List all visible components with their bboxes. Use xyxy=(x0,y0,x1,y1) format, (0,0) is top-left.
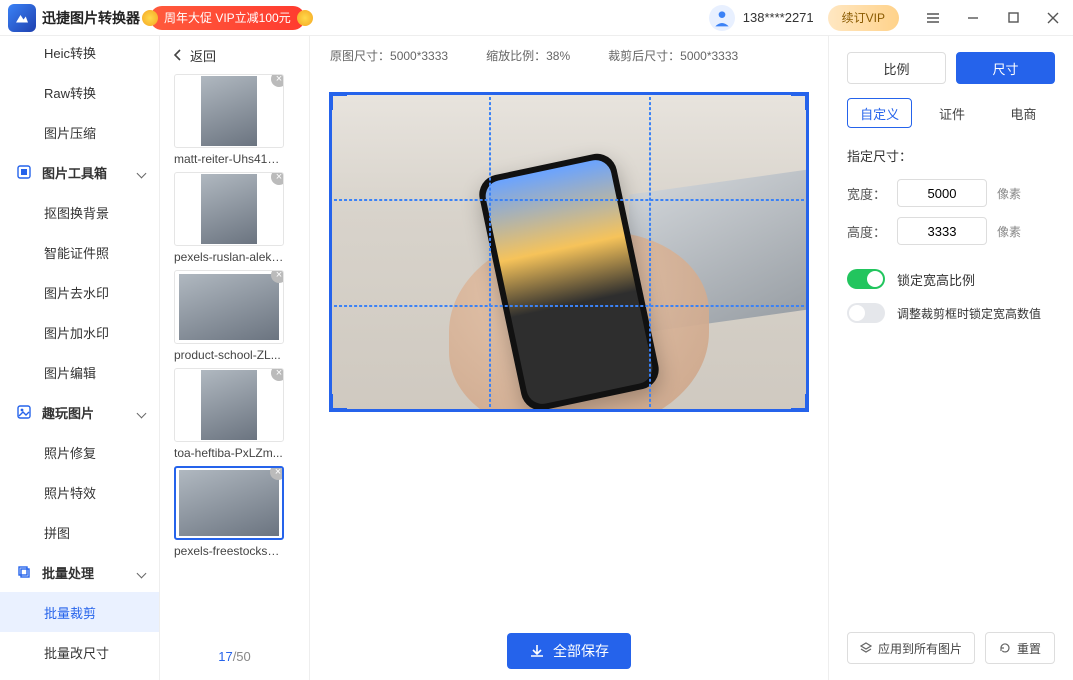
lock-ratio-toggle[interactable] xyxy=(847,269,885,289)
batch-icon xyxy=(16,564,32,580)
close-icon[interactable] xyxy=(1033,0,1073,36)
sidebar-item[interactable]: 批量旋转 xyxy=(0,672,159,680)
thumbnail-item[interactable]: × pexels-ruslan-aleks... xyxy=(174,172,295,264)
promo-banner[interactable]: 周年大促 VIP立减100元 xyxy=(150,6,305,30)
thumbnail-caption: matt-reiter-Uhs410... xyxy=(174,152,284,166)
thumbnail-item[interactable]: × matt-reiter-Uhs410... xyxy=(174,74,295,166)
back-label: 返回 xyxy=(190,46,216,65)
thumbnail-remove-icon[interactable]: × xyxy=(270,466,284,480)
chevron-down-icon xyxy=(138,405,145,420)
thumbnail-remove-icon[interactable]: × xyxy=(271,74,284,87)
sidebar-item[interactable]: Raw转换 xyxy=(0,72,159,112)
counter-current: 17 xyxy=(218,649,232,664)
toolbox-icon xyxy=(16,164,32,180)
tab-ratio[interactable]: 比例 xyxy=(847,52,946,84)
width-unit: 像素 xyxy=(997,185,1021,202)
height-label: 高度： xyxy=(847,222,887,241)
thumbnail-caption: toa-heftiba-PxLZm... xyxy=(174,446,284,460)
crop-handle-br[interactable] xyxy=(791,394,809,412)
sidebar-section-batch[interactable]: 批量处理 xyxy=(0,552,159,592)
chevron-down-icon xyxy=(138,165,145,180)
counter-total: /50 xyxy=(233,649,251,664)
sidebar-item-batch-crop[interactable]: 批量裁剪 xyxy=(0,592,159,632)
thumbnail-remove-icon[interactable]: × xyxy=(271,172,284,185)
sidebar-section-label: 趣玩图片 xyxy=(42,403,94,422)
crop-handle-bl[interactable] xyxy=(329,394,347,412)
height-unit: 像素 xyxy=(997,223,1021,240)
right-panel: 比例 尺寸 自定义 证件 电商 指定尺寸： 宽度： 像素 高度： 像素 锁定宽高… xyxy=(828,36,1073,680)
sidebar-item[interactable]: 图片压缩 xyxy=(0,112,159,152)
original-size: 原图尺寸：5000*3333 xyxy=(330,47,448,64)
save-all-label: 全部保存 xyxy=(553,641,609,661)
sidebar-section-fun[interactable]: 趣玩图片 xyxy=(0,392,159,432)
thumbnail-counter: 17/50 xyxy=(160,639,309,680)
width-label: 宽度： xyxy=(847,184,887,203)
sidebar: Heic转换 Raw转换 图片压缩 图片工具箱 抠图换背景 智能证件照 图片去水… xyxy=(0,36,160,680)
sidebar-item[interactable]: 图片去水印 xyxy=(0,272,159,312)
renew-vip-button[interactable]: 续订VIP xyxy=(828,5,899,31)
subtab-custom[interactable]: 自定义 xyxy=(847,98,912,128)
thumbnail-item[interactable]: × product-school-ZL... xyxy=(174,270,295,362)
chevron-down-icon xyxy=(138,565,145,580)
tab-size[interactable]: 尺寸 xyxy=(956,52,1055,84)
width-input[interactable] xyxy=(897,179,987,207)
thumbnail-remove-icon[interactable]: × xyxy=(271,368,284,381)
lock-crop-label: 调整裁剪框时锁定宽高数值 xyxy=(897,305,1041,322)
height-input[interactable] xyxy=(897,217,987,245)
back-button[interactable]: 返回 xyxy=(160,36,309,74)
sidebar-section-toolbox[interactable]: 图片工具箱 xyxy=(0,152,159,192)
sidebar-item[interactable]: 图片加水印 xyxy=(0,312,159,352)
lock-crop-toggle[interactable] xyxy=(847,303,885,323)
app-logo xyxy=(8,4,36,32)
reset-button[interactable]: 重置 xyxy=(985,632,1055,664)
app-title: 迅捷图片转换器 xyxy=(42,8,140,28)
sidebar-item[interactable]: 照片修复 xyxy=(0,432,159,472)
thumbnail-column: 返回 × matt-reiter-Uhs410... × pexels-ruslan-… xyxy=(160,36,310,680)
thumbnail-remove-icon[interactable]: × xyxy=(271,270,284,283)
menu-icon[interactable] xyxy=(913,0,953,36)
thumbnail-caption: pexels-ruslan-aleks... xyxy=(174,250,284,264)
save-all-button[interactable]: 全部保存 xyxy=(507,633,631,669)
sidebar-item[interactable]: 拼图 xyxy=(0,512,159,552)
avatar[interactable] xyxy=(709,5,735,31)
center-area: 原图尺寸：5000*3333 缩放比例：38% 裁剪后尺寸：5000*3333 xyxy=(310,36,828,680)
sidebar-item[interactable]: 抠图换背景 xyxy=(0,192,159,232)
minimize-icon[interactable] xyxy=(953,0,993,36)
sidebar-item[interactable]: 照片特效 xyxy=(0,472,159,512)
crop-handle-tr[interactable] xyxy=(791,92,809,110)
sidebar-item[interactable]: 批量改尺寸 xyxy=(0,632,159,672)
user-phone: 138****2271 xyxy=(743,10,814,25)
apply-all-button[interactable]: 应用到所有图片 xyxy=(847,632,975,664)
thumbnail-caption: product-school-ZL... xyxy=(174,348,284,362)
crop-handle-tl[interactable] xyxy=(329,92,347,110)
reset-label: 重置 xyxy=(1017,640,1041,657)
sidebar-item[interactable]: Heic转换 xyxy=(0,36,159,72)
sidebar-section-label: 批量处理 xyxy=(42,563,94,582)
apply-all-label: 应用到所有图片 xyxy=(878,640,962,657)
sidebar-section-label: 图片工具箱 xyxy=(42,163,107,182)
crop-frame[interactable] xyxy=(329,92,809,412)
lock-ratio-label: 锁定宽高比例 xyxy=(897,270,975,289)
subtab-id[interactable]: 证件 xyxy=(920,98,983,128)
sidebar-item[interactable]: 智能证件照 xyxy=(0,232,159,272)
spec-size-title: 指定尺寸： xyxy=(847,146,1055,165)
cropped-size: 裁剪后尺寸：5000*3333 xyxy=(608,47,738,64)
thumbnail-item[interactable]: × toa-heftiba-PxLZm... xyxy=(174,368,295,460)
zoom-ratio: 缩放比例：38% xyxy=(486,47,570,64)
meta-row: 原图尺寸：5000*3333 缩放比例：38% 裁剪后尺寸：5000*3333 xyxy=(310,36,828,74)
sidebar-item[interactable]: 图片编辑 xyxy=(0,352,159,392)
maximize-icon[interactable] xyxy=(993,0,1033,36)
titlebar: 迅捷图片转换器 周年大促 VIP立减100元 138****2271 续订VIP xyxy=(0,0,1073,36)
subtab-ecom[interactable]: 电商 xyxy=(992,98,1055,128)
thumbnail-item[interactable]: × pexels-freestocksor... xyxy=(174,466,295,558)
crop-canvas[interactable] xyxy=(329,92,809,412)
fun-icon xyxy=(16,404,32,420)
thumbnail-caption: pexels-freestocksor... xyxy=(174,544,284,558)
